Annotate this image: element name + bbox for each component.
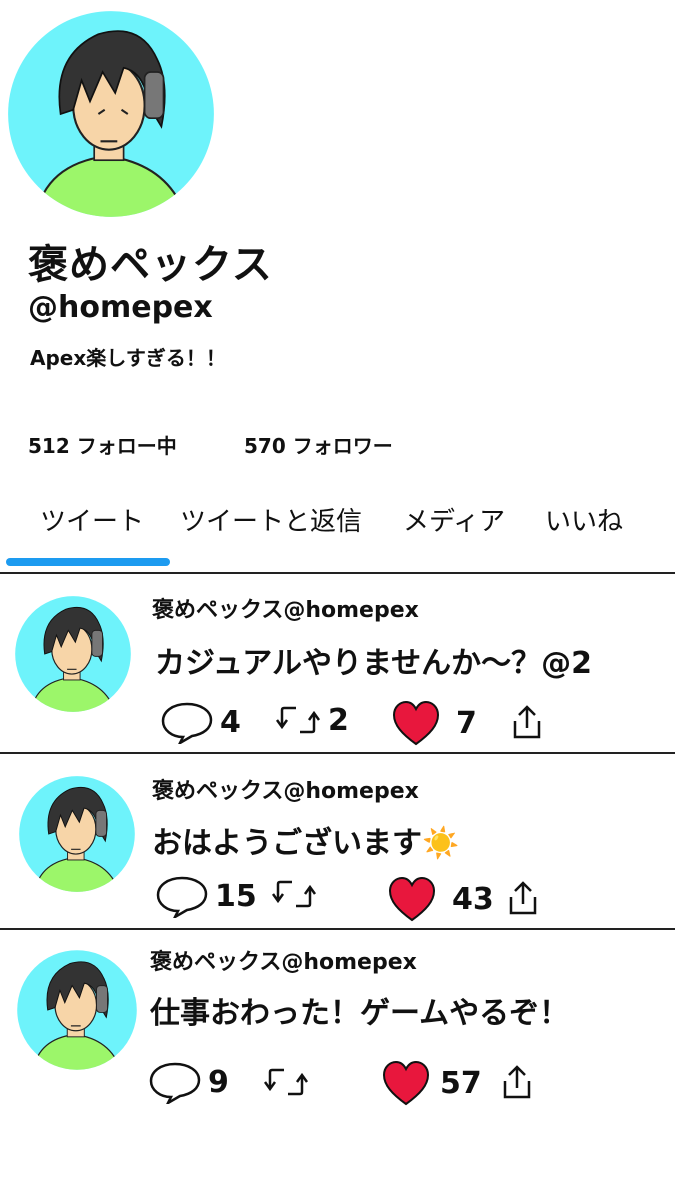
retweet-icon bbox=[263, 1068, 309, 1096]
tweet-text: おはようございます☀️ bbox=[152, 826, 460, 861]
retweet-icon bbox=[275, 706, 321, 734]
followers-count[interactable]: 570 フォロワー bbox=[244, 430, 393, 459]
active-tab-indicator bbox=[6, 558, 170, 566]
reply-count: 9 bbox=[208, 1064, 229, 1100]
retweet-button[interactable] bbox=[262, 1062, 316, 1102]
retweet-button[interactable] bbox=[270, 874, 324, 914]
divider bbox=[0, 572, 675, 574]
share-icon bbox=[503, 1065, 531, 1099]
profile-bio: Apex楽しすぎる！！ bbox=[30, 346, 226, 370]
like-button[interactable]: 7 bbox=[392, 700, 477, 746]
avatar-illustration bbox=[8, 11, 214, 217]
reply-icon bbox=[156, 876, 208, 918]
tweet-author: 褒めペックス@homepex bbox=[152, 779, 419, 804]
tab-tweets[interactable]: ツイート bbox=[40, 501, 144, 538]
reply-button[interactable]: 15 bbox=[155, 874, 257, 918]
like-button[interactable]: 57 bbox=[382, 1060, 482, 1106]
like-count: 7 bbox=[456, 705, 477, 741]
like-button[interactable]: 43 bbox=[388, 876, 494, 922]
reply-count: 15 bbox=[215, 878, 257, 914]
tab-media[interactable]: メディア bbox=[403, 501, 505, 538]
tweet-text: 仕事おわった！ゲームやるぞ！ bbox=[150, 996, 570, 1031]
heart-icon bbox=[382, 1060, 430, 1106]
share-icon bbox=[513, 705, 541, 739]
tweet-text: カジュアルやりませんか〜？@2 bbox=[155, 646, 592, 681]
reply-icon bbox=[149, 1062, 201, 1104]
share-button[interactable] bbox=[502, 1064, 532, 1100]
avatar[interactable] bbox=[18, 774, 136, 898]
following-count[interactable]: 512 フォロー中 bbox=[28, 430, 177, 459]
profile-handle: @homepex bbox=[28, 290, 213, 325]
divider bbox=[0, 928, 675, 930]
avatar[interactable] bbox=[16, 948, 138, 1076]
tweet-author: 褒めペックス@homepex bbox=[152, 598, 419, 623]
profile-display-name: 褒めペックス bbox=[28, 242, 273, 288]
retweet-icon bbox=[271, 880, 317, 908]
avatar[interactable] bbox=[14, 594, 132, 718]
retweet-button[interactable]: 2 bbox=[274, 700, 349, 740]
reply-count: 4 bbox=[220, 704, 241, 740]
share-button[interactable] bbox=[508, 880, 538, 916]
heart-icon bbox=[388, 876, 436, 922]
reply-icon bbox=[161, 702, 213, 744]
avatar-illustration bbox=[19, 776, 135, 892]
like-count: 57 bbox=[440, 1065, 482, 1101]
heart-icon bbox=[392, 700, 440, 746]
share-icon bbox=[509, 881, 537, 915]
tab-tweets-and-replies[interactable]: ツイートと返信 bbox=[180, 501, 362, 538]
like-count: 43 bbox=[452, 881, 494, 917]
reply-button[interactable]: 4 bbox=[160, 700, 241, 744]
retweet-count: 2 bbox=[328, 702, 349, 738]
tab-likes[interactable]: いいね bbox=[545, 501, 623, 538]
avatar-illustration bbox=[17, 950, 137, 1070]
share-button[interactable] bbox=[512, 704, 542, 740]
profile-avatar[interactable] bbox=[6, 8, 216, 220]
avatar-illustration bbox=[15, 596, 131, 712]
divider bbox=[0, 752, 675, 754]
reply-button[interactable]: 9 bbox=[148, 1060, 229, 1104]
tweet-author: 褒めペックス@homepex bbox=[150, 950, 417, 975]
